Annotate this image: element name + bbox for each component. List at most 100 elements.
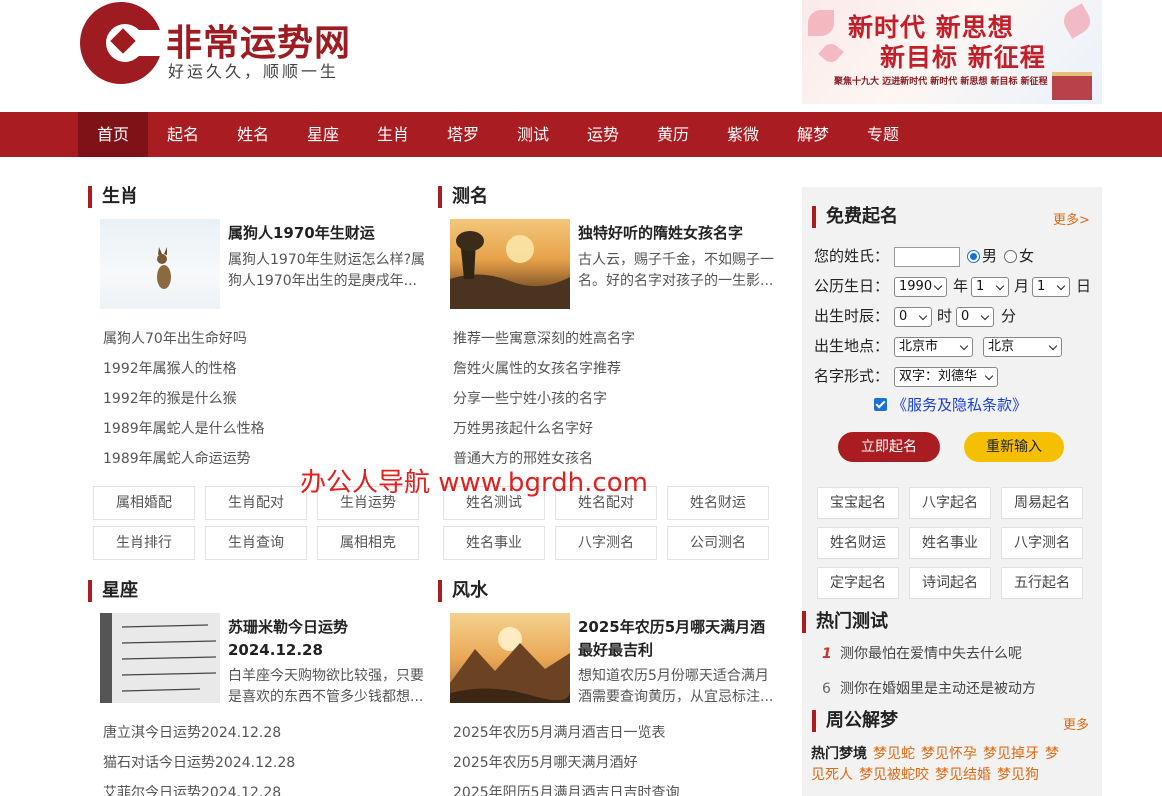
zodiac-feature-image[interactable]	[100, 219, 220, 309]
gender-female-label: 女	[1019, 247, 1035, 265]
section-title-hot-tests: 热门测试	[802, 611, 888, 633]
tag-baby-naming[interactable]: 宝宝起名	[817, 487, 899, 519]
tag-name-wealth-side[interactable]: 姓名财运	[817, 527, 899, 559]
dream-link[interactable]: 梦见蛇	[873, 746, 915, 762]
banner-subtitle: 聚焦十九大 迈进新时代 新时代 新思想 新目标 新征程	[834, 77, 1048, 87]
horoscope-feature-image[interactable]	[100, 613, 220, 703]
dream-link[interactable]: 梦见掉牙	[983, 746, 1039, 762]
zodiac-feature-title[interactable]: 属狗人1970年生财运	[228, 222, 428, 245]
day-unit: 日	[1076, 277, 1092, 295]
nav-test[interactable]: 测试	[498, 112, 568, 157]
list-item[interactable]: 唐立淇今日运势2024.12.28	[103, 723, 281, 743]
list-item[interactable]: 万姓男孩起什么名字好	[453, 419, 593, 439]
tag-zhouyi-naming[interactable]: 周易起名	[1001, 487, 1083, 519]
header-banner[interactable]: 新时代 新思想 新目标 新征程 聚焦十九大 迈进新时代 新时代 新思想 新目标 …	[802, 0, 1102, 104]
horoscope-feature-desc: 白羊座今天购物欲比较强，只要是喜欢的东西不管多少钱都想...	[228, 668, 424, 705]
watermark-text: 办公人导航 www.bgrdh.com	[300, 468, 648, 498]
hot-test-item[interactable]: 6 测你在婚姻里是主动还是被动方	[822, 678, 1036, 698]
birth-city-select[interactable]: 北京	[983, 337, 1062, 357]
name-form-select[interactable]: 双字：刘德华	[894, 367, 998, 387]
nav-dream[interactable]: 解梦	[778, 112, 848, 157]
list-item[interactable]: 1992年的猴是什么猴	[103, 389, 237, 409]
tag-name-career-side[interactable]: 姓名事业	[909, 527, 991, 559]
name-test-feature-image[interactable]	[450, 219, 570, 309]
surname-input[interactable]	[894, 247, 960, 267]
site-logo[interactable]: 非常运势网 好运久久，顺顺一生	[80, 2, 370, 86]
dream-link[interactable]: 梦见怀孕	[921, 746, 977, 762]
tag-zodiac-match[interactable]: 属相婚配	[93, 486, 195, 520]
logo-slogan: 好运久久，顺顺一生	[168, 62, 340, 81]
birth-province-select[interactable]: 北京市	[894, 337, 973, 357]
list-item[interactable]: 1992年属猴人的性格	[103, 359, 237, 379]
birth-place-label: 出生地点：	[814, 337, 890, 355]
birth-day-select[interactable]: 1	[1032, 277, 1070, 297]
tag-zodiac-query[interactable]: 生肖查询	[205, 526, 307, 560]
list-item[interactable]: 1989年属蛇人是什么性格	[103, 419, 265, 439]
dream-link[interactable]: 梦见结婚	[935, 767, 991, 783]
tag-bazi-naming[interactable]: 八字起名	[909, 487, 991, 519]
fengshui-feature-title[interactable]: 2025年农历5月哪天满月酒最好最吉利	[578, 616, 778, 662]
dream-link[interactable]: 见死人	[811, 767, 853, 783]
tag-zodiac-conflict[interactable]: 属相相克	[317, 526, 419, 560]
tag-bazi-name[interactable]: 八字测名	[555, 526, 657, 560]
dream-more-link[interactable]: 更多	[1063, 714, 1089, 733]
tag-company-name[interactable]: 公司测名	[667, 526, 769, 560]
nav-name[interactable]: 姓名	[218, 112, 288, 157]
dream-link[interactable]: 梦见狗	[997, 767, 1039, 783]
birth-minute-select[interactable]: 0	[956, 307, 994, 327]
nav-zodiac[interactable]: 生肖	[358, 112, 428, 157]
gender-female-radio[interactable]	[1004, 250, 1017, 263]
birth-month-select[interactable]: 1	[971, 277, 1009, 297]
tag-poem-naming[interactable]: 诗词起名	[909, 567, 991, 599]
reset-button[interactable]: 重新输入	[964, 432, 1064, 462]
list-item[interactable]: 詹姓火属性的女孩名字推荐	[453, 359, 621, 379]
fengshui-feature-image[interactable]	[450, 613, 570, 703]
landscape-painting-image	[450, 231, 570, 309]
nav-fortune[interactable]: 运势	[568, 112, 638, 157]
nav-ziwei[interactable]: 紫微	[708, 112, 778, 157]
fengshui-feature-desc: 想知道农历5月份哪天适合满月酒需要查询黄历，从宜忌标注...	[578, 668, 774, 705]
nav-almanac[interactable]: 黄历	[638, 112, 708, 157]
hot-test-item[interactable]: 1 测你最怕在爱情中失去什么呢	[822, 643, 1022, 663]
dream-link[interactable]: 梦见被蛇咬	[859, 767, 929, 783]
tag-bazi-test-side[interactable]: 八字测名	[1001, 527, 1083, 559]
nav-horoscope[interactable]: 星座	[288, 112, 358, 157]
gender-male-radio[interactable]	[967, 250, 980, 263]
list-item[interactable]: 2025年农历5月哪天满月酒好	[453, 753, 638, 773]
tag-name-wealth[interactable]: 姓名财运	[667, 486, 769, 520]
birth-hour-select[interactable]: 0	[894, 307, 932, 327]
nav-home[interactable]: 首页	[78, 112, 148, 157]
list-item[interactable]: 1989年属蛇人命运运势	[103, 449, 251, 469]
horoscope-feature-title[interactable]: 苏珊米勒今日运势2024.12.28	[228, 616, 418, 662]
list-item[interactable]: 猫石对话今日运势2024.12.28	[103, 753, 295, 773]
birthday-label: 公历生日：	[814, 277, 890, 295]
zodiac-feature-desc: 属狗人1970年生财运怎么样?属狗人1970年出生的是庚戌年...	[228, 252, 426, 289]
list-item[interactable]: 分享一些宁姓小孩的名字	[453, 389, 607, 409]
dog-in-snow-image	[157, 247, 171, 289]
name-form-label: 名字形式：	[814, 367, 890, 385]
list-item[interactable]: 2025年阳历5月满月酒吉日吉时查询	[453, 783, 680, 796]
nav-naming[interactable]: 起名	[148, 112, 218, 157]
list-item[interactable]: 艾菲尔今日运势2024.12.28	[103, 783, 281, 796]
month-unit: 月	[1014, 277, 1030, 295]
birth-year-select[interactable]: 1990	[894, 277, 947, 297]
tag-zodiac-pair[interactable]: 生肖配对	[205, 486, 307, 520]
dream-link[interactable]: 梦	[1045, 746, 1059, 762]
nav-topics[interactable]: 专题	[848, 112, 918, 157]
name-test-feature-desc: 古人云，赐子千金，不如赐子一名。好的名字对孩子的一生影...	[578, 252, 774, 289]
terms-link[interactable]: 《服务及隐私条款》	[892, 395, 1027, 415]
tag-name-career[interactable]: 姓名事业	[443, 526, 545, 560]
tag-zodiac-ranking[interactable]: 生肖排行	[93, 526, 195, 560]
name-test-feature-title[interactable]: 独特好听的隋姓女孩名字	[578, 222, 778, 245]
free-naming-more-link[interactable]: 更多>	[1053, 209, 1090, 228]
mountain-painting-image	[450, 627, 570, 703]
list-item[interactable]: 推荐一些寓意深刻的姓高名字	[453, 329, 635, 349]
list-item[interactable]: 属狗人70年出生命好吗	[103, 329, 247, 349]
list-item[interactable]: 2025年农历5月满月酒吉日一览表	[453, 723, 666, 743]
nav-tarot[interactable]: 塔罗	[428, 112, 498, 157]
terms-checkbox[interactable]	[874, 398, 887, 411]
tag-fixed-char-naming[interactable]: 定字起名	[817, 567, 899, 599]
birth-time-label: 出生时辰：	[814, 307, 890, 325]
tag-wuxing-naming[interactable]: 五行起名	[1001, 567, 1083, 599]
start-naming-button[interactable]: 立即起名	[838, 432, 940, 462]
